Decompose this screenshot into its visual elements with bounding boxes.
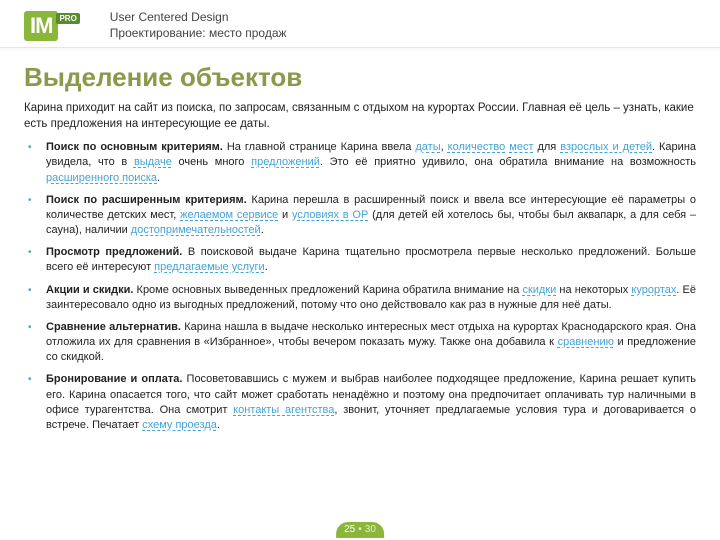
link-resorts: курортах [631,284,676,296]
list-item: • Поиск по основным критериям. На главно… [28,140,696,186]
page-subtitle: Карина приходит на сайт из поиска, по за… [0,99,720,140]
bullet-heading: Просмотр предложений. [46,246,182,258]
list-item: • Просмотр предложений. В поисковой выда… [28,245,696,275]
bullet-list: • Поиск по основным критериям. На главно… [0,140,720,433]
list-item: • Акции и скидки. Кроме основных выведен… [28,283,696,313]
link-advanced-search: расширенного поиска [46,172,157,184]
list-item: • Сравнение альтернатив. Карина нашла в … [28,320,696,366]
logo: IM PRO [24,11,80,41]
bullet-icon: • [28,194,46,239]
separator-icon: • [358,524,362,535]
link-conditions: условиях в ОР [292,209,368,221]
page-counter: 25•30 [336,522,384,538]
slide-header: IM PRO User Centered Design Проектирован… [0,0,720,48]
list-item: • Бронирование и оплата. Посоветовавшись… [28,372,696,433]
link-route: схему проезда [142,419,217,431]
course-title: User Centered Design [110,10,287,26]
link-contacts: контакты агентства [233,404,334,416]
link-service: желаемом сервисе [180,209,278,221]
bullet-heading: Бронирование и оплата. [46,373,182,385]
bullet-content: Просмотр предложений. В поисковой выдаче… [46,245,696,275]
link-adults-children: взрослых и детей [560,141,652,153]
page-total: 30 [365,524,376,535]
bullet-content: Поиск по расширенным критериям. Карина п… [46,193,696,239]
link-services: предлагаемые услуги [154,261,265,273]
bullet-icon: • [28,321,46,366]
bullet-heading: Акции и скидки. [46,284,133,296]
bullet-heading: Поиск по расширенным критериям. [46,194,247,206]
bullet-heading: Сравнение альтернатив. [46,321,181,333]
link-results: выдаче [134,156,172,168]
page-title: Выделение объектов [24,62,696,93]
link-dates: даты [415,141,440,153]
logo-badge: PRO [56,13,79,24]
title-block: Выделение объектов [0,48,720,99]
link-sights: достопримечательностей [131,224,261,236]
logo-main: IM [24,11,58,41]
bullet-content: Бронирование и оплата. Посоветовавшись с… [46,372,696,433]
link-seats: мест [509,141,533,153]
link-compare: сравнению [558,336,614,348]
link-quantity: количество [448,141,506,153]
bullet-content: Сравнение альтернатив. Карина нашла в вы… [46,320,696,366]
course-subtitle: Проектирование: место продаж [110,26,287,42]
bullet-content: Акции и скидки. Кроме основных выведенны… [46,283,696,313]
header-text: User Centered Design Проектирование: мес… [110,10,287,41]
list-item: • Поиск по расширенным критериям. Карина… [28,193,696,239]
link-offers: предложений [251,156,320,168]
bullet-content: Поиск по основным критериям. На главной … [46,140,696,186]
link-discounts: скидки [522,284,556,296]
bullet-heading: Поиск по основным критериям. [46,141,223,153]
bullet-icon: • [28,246,46,275]
bullet-icon: • [28,284,46,313]
bullet-icon: • [28,141,46,186]
bullet-icon: • [28,373,46,433]
page-current: 25 [344,524,355,535]
